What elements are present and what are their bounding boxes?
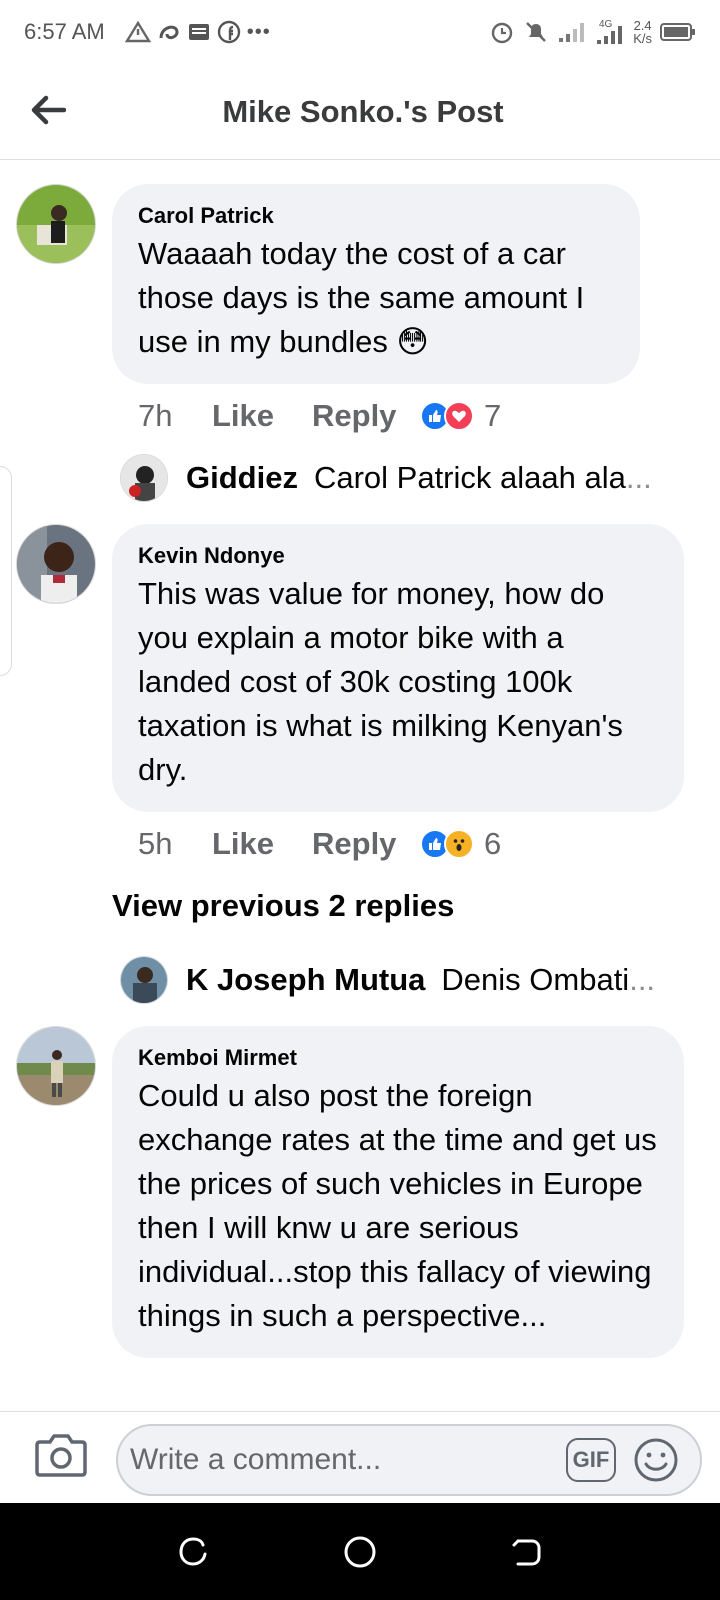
comment-bubble[interactable]: Kevin Ndonye This was value for money, h… xyxy=(112,524,684,812)
reply-ellipsis: ... xyxy=(625,460,652,495)
comments-list: Carol Patrick Waaaah today the cost of a… xyxy=(0,160,720,1411)
page-title: Mike Sonko.'s Post xyxy=(222,93,504,129)
camera-icon xyxy=(35,1434,87,1477)
back-nav-icon xyxy=(512,1539,541,1565)
reply-snippet: Carol Patrick alaah ala xyxy=(313,460,626,495)
back-nav-button[interactable] xyxy=(497,1522,557,1582)
reaction-summary[interactable]: 6 xyxy=(420,826,501,862)
edge-panel-handle[interactable] xyxy=(0,466,12,676)
comment-time[interactable]: 7h xyxy=(138,398,212,434)
like-button[interactable]: Like xyxy=(212,826,312,862)
reply-snippet: Denis Ombati xyxy=(441,962,630,997)
facebook-notification-icon xyxy=(217,20,240,44)
home-button[interactable] xyxy=(330,1522,390,1582)
network-speed: 2.4 K/s xyxy=(633,18,652,46)
avatar[interactable] xyxy=(16,184,96,264)
comment-bubble[interactable]: Kemboi Mirmet Could u also post the fore… xyxy=(112,1026,684,1358)
comment-composer: GIF xyxy=(0,1411,720,1503)
avatar[interactable] xyxy=(16,524,96,604)
profile-photo xyxy=(17,185,95,263)
emoji-button[interactable] xyxy=(632,1436,680,1484)
svg-text:4G: 4G xyxy=(599,19,613,30)
reply-author: K Joseph Mutua xyxy=(186,962,426,997)
avatar[interactable] xyxy=(16,1026,96,1106)
reply-avatar xyxy=(120,454,168,502)
comment-text: Could u also post the foreign exchange r… xyxy=(138,1078,657,1333)
comment-bubble[interactable]: Carol Patrick Waaaah today the cost of a… xyxy=(112,184,640,384)
triangle-warning-icon xyxy=(124,20,151,43)
comment-text: Waaaah today the cost of a car those day… xyxy=(138,236,585,359)
reply-ellipsis: ... xyxy=(629,962,656,997)
comment-actions: 5h Like Reply 6 xyxy=(138,822,501,866)
more-notifications-icon: ••• xyxy=(246,20,271,43)
recent-apps-icon xyxy=(179,1536,207,1566)
profile-photo xyxy=(17,1027,95,1105)
camera-button[interactable] xyxy=(34,1430,88,1480)
comment-text: This was value for money, how do you exp… xyxy=(138,576,623,787)
app-header: Mike Sonko.'s Post xyxy=(0,64,720,160)
status-time: 6:57 AM xyxy=(24,19,105,44)
signal-icon xyxy=(559,23,585,42)
news-app-icon xyxy=(188,24,209,40)
wow-icon xyxy=(444,829,474,859)
comment-author[interactable]: Carol Patrick xyxy=(138,202,614,230)
battery-icon xyxy=(660,23,695,41)
status-bar: 6:57 AM ••• 4G 2.4 K/s xyxy=(0,0,720,64)
reaction-summary[interactable]: 7 xyxy=(420,398,501,434)
reaction-count: 6 xyxy=(484,826,502,861)
system-navigation-bar xyxy=(0,1503,720,1600)
swirl-app-icon xyxy=(159,25,179,40)
reply-author: Giddiez xyxy=(186,460,298,495)
reply-profile-photo xyxy=(121,957,167,1003)
reply-button[interactable]: Reply xyxy=(312,398,420,434)
alarm-icon xyxy=(492,22,513,44)
mute-icon xyxy=(526,22,547,42)
view-previous-replies-link[interactable]: View previous 2 replies xyxy=(112,888,454,924)
reaction-count: 7 xyxy=(484,398,502,433)
love-icon xyxy=(444,401,474,431)
home-circle-icon xyxy=(344,1536,376,1567)
comment-actions: 7h Like Reply 7 xyxy=(138,394,501,438)
4g-signal-icon: 4G xyxy=(597,19,623,44)
comment-time[interactable]: 5h xyxy=(138,826,212,862)
reply-preview[interactable]: K Joseph Mutua Denis Ombati ... xyxy=(120,956,655,1004)
reply-profile-photo xyxy=(121,455,167,501)
reply-preview[interactable]: Giddiez Carol Patrick alaah ala ... xyxy=(120,454,652,502)
comment-input[interactable] xyxy=(130,1436,550,1484)
reply-button[interactable]: Reply xyxy=(312,826,420,862)
profile-photo xyxy=(17,525,95,603)
comment-author[interactable]: Kevin Ndonye xyxy=(138,542,658,570)
like-button[interactable]: Like xyxy=(212,398,312,434)
smiley-icon xyxy=(634,1438,678,1482)
comment-input-box[interactable]: GIF xyxy=(116,1424,702,1496)
comment-author[interactable]: Kemboi Mirmet xyxy=(138,1044,658,1072)
gif-button[interactable]: GIF xyxy=(566,1438,616,1482)
reply-avatar xyxy=(120,956,168,1004)
back-arrow-icon xyxy=(31,95,66,125)
recent-apps-button[interactable] xyxy=(163,1522,223,1582)
back-button[interactable] xyxy=(24,86,72,134)
